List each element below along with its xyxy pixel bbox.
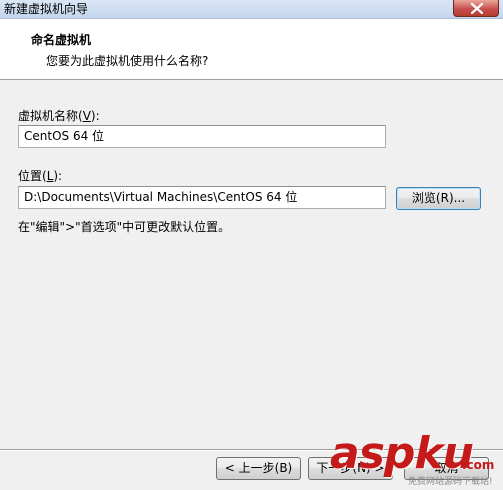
page-title: 命名虚拟机 bbox=[31, 33, 92, 47]
browse-button[interactable]: 浏览(R)... bbox=[396, 187, 481, 210]
page-subtitle: 您要为此虚拟机使用什么名称? bbox=[46, 54, 209, 68]
close-icon bbox=[470, 3, 484, 14]
vm-name-label-mnemonic: V bbox=[82, 109, 91, 123]
location-label-suffix: ): bbox=[53, 169, 63, 183]
vm-name-input[interactable]: CentOS 64 位 bbox=[18, 125, 386, 148]
wizard-header: 命名虚拟机 您要为此虚拟机使用什么名称? bbox=[0, 19, 503, 80]
footer-separator bbox=[0, 449, 503, 451]
vm-name-label: 虚拟机名称(V): bbox=[18, 107, 100, 124]
vm-name-label-suffix: ): bbox=[90, 109, 100, 123]
location-input[interactable]: D:\Documents\Virtual Machines\CentOS 64 … bbox=[18, 186, 386, 209]
new-vm-wizard-window: 新建虚拟机向导 命名虚拟机 您要为此虚拟机使用什么名称? 虚拟机名称(V): C… bbox=[0, 0, 503, 490]
location-label: 位置(L): bbox=[18, 167, 62, 184]
close-button[interactable] bbox=[453, 0, 499, 17]
location-label-prefix: 位置( bbox=[18, 169, 47, 183]
cancel-button[interactable]: 取消 bbox=[404, 457, 489, 480]
window-title: 新建虚拟机向导 bbox=[4, 2, 89, 16]
title-bar[interactable]: 新建虚拟机向导 bbox=[0, 0, 503, 19]
vm-name-label-prefix: 虚拟机名称( bbox=[18, 109, 83, 123]
next-button[interactable]: 下一步(N) > bbox=[308, 457, 393, 480]
location-hint: 在"编辑">"首选项"中可更改默认位置。 bbox=[18, 220, 231, 234]
back-button[interactable]: < 上一步(B) bbox=[216, 457, 301, 480]
